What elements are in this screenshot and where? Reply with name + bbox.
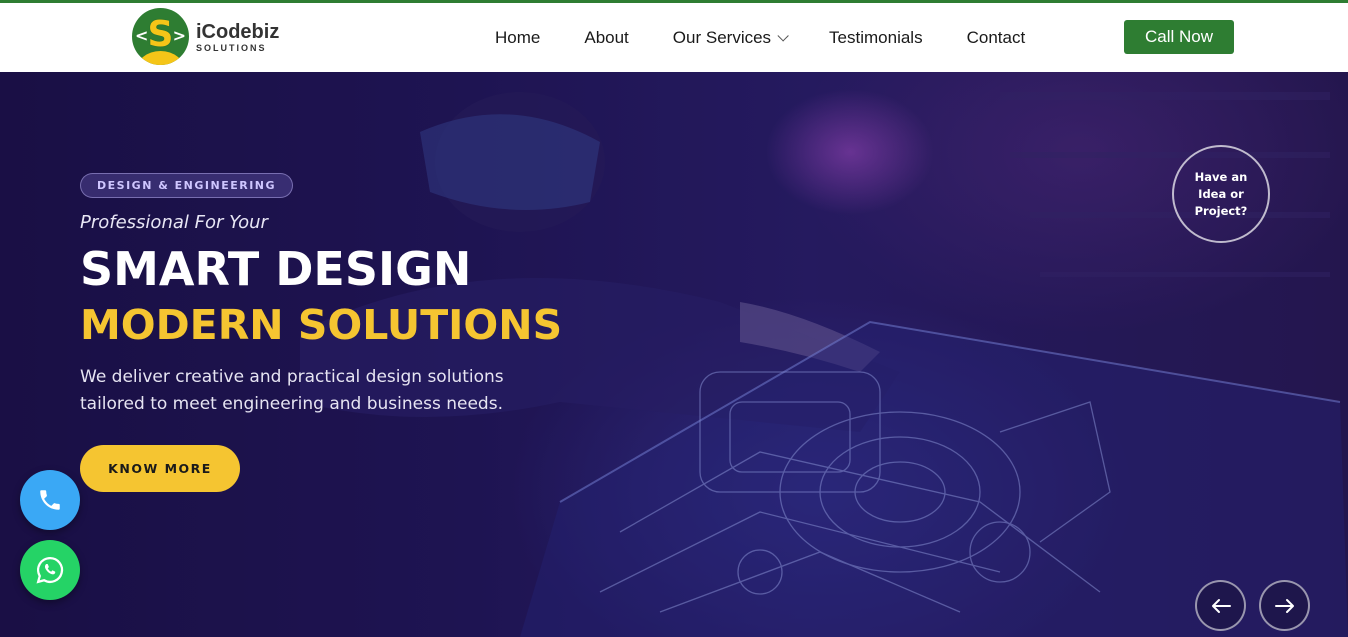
- main-nav: Home About Our Services Testimonials Con…: [495, 3, 1069, 72]
- nav-contact[interactable]: Contact: [967, 28, 1026, 48]
- hero-badge: DESIGN & ENGINEERING: [80, 173, 294, 198]
- chevron-down-icon: [777, 29, 789, 42]
- brand-subtitle: SOLUTIONS: [196, 42, 267, 53]
- hero-kicker: Professional For Your: [80, 212, 268, 233]
- floating-phone-button[interactable]: [20, 470, 80, 530]
- phone-icon: [40, 490, 60, 510]
- know-more-button[interactable]: KNOW MORE: [80, 445, 240, 492]
- hero-title-line1: SMART DESIGN: [80, 242, 472, 296]
- floating-whatsapp-button[interactable]: [20, 540, 80, 600]
- hero-background-image: [0, 72, 1348, 637]
- logo-mark-icon: < S >: [132, 8, 189, 65]
- call-now-button[interactable]: Call Now: [1124, 20, 1234, 54]
- brand-name: iCodebiz: [196, 20, 280, 43]
- site-header: < S > iCodebiz SOLUTIONS Home About Our …: [0, 3, 1348, 72]
- nav-about[interactable]: About: [584, 28, 628, 48]
- nav-home[interactable]: Home: [495, 28, 540, 48]
- whatsapp-icon: [36, 556, 64, 584]
- arrow-left-icon: [1211, 598, 1231, 613]
- hero-description: We deliver creative and practical design…: [80, 367, 504, 414]
- hero-title-line2: MODERN SOLUTIONS: [80, 301, 563, 349]
- arrow-right-icon: [1274, 598, 1294, 613]
- nav-our-services[interactable]: Our Services: [673, 28, 789, 48]
- brand-logo[interactable]: < S > iCodebiz SOLUTIONS: [132, 8, 279, 65]
- slider-next-button[interactable]: [1259, 580, 1310, 631]
- hero-section: Have an Idea or Project?: [0, 72, 1348, 637]
- slider-prev-button[interactable]: [1195, 580, 1246, 631]
- nav-testimonials[interactable]: Testimonials: [829, 28, 923, 48]
- have-an-idea-circle[interactable]: Have an Idea or Project?: [1172, 145, 1270, 243]
